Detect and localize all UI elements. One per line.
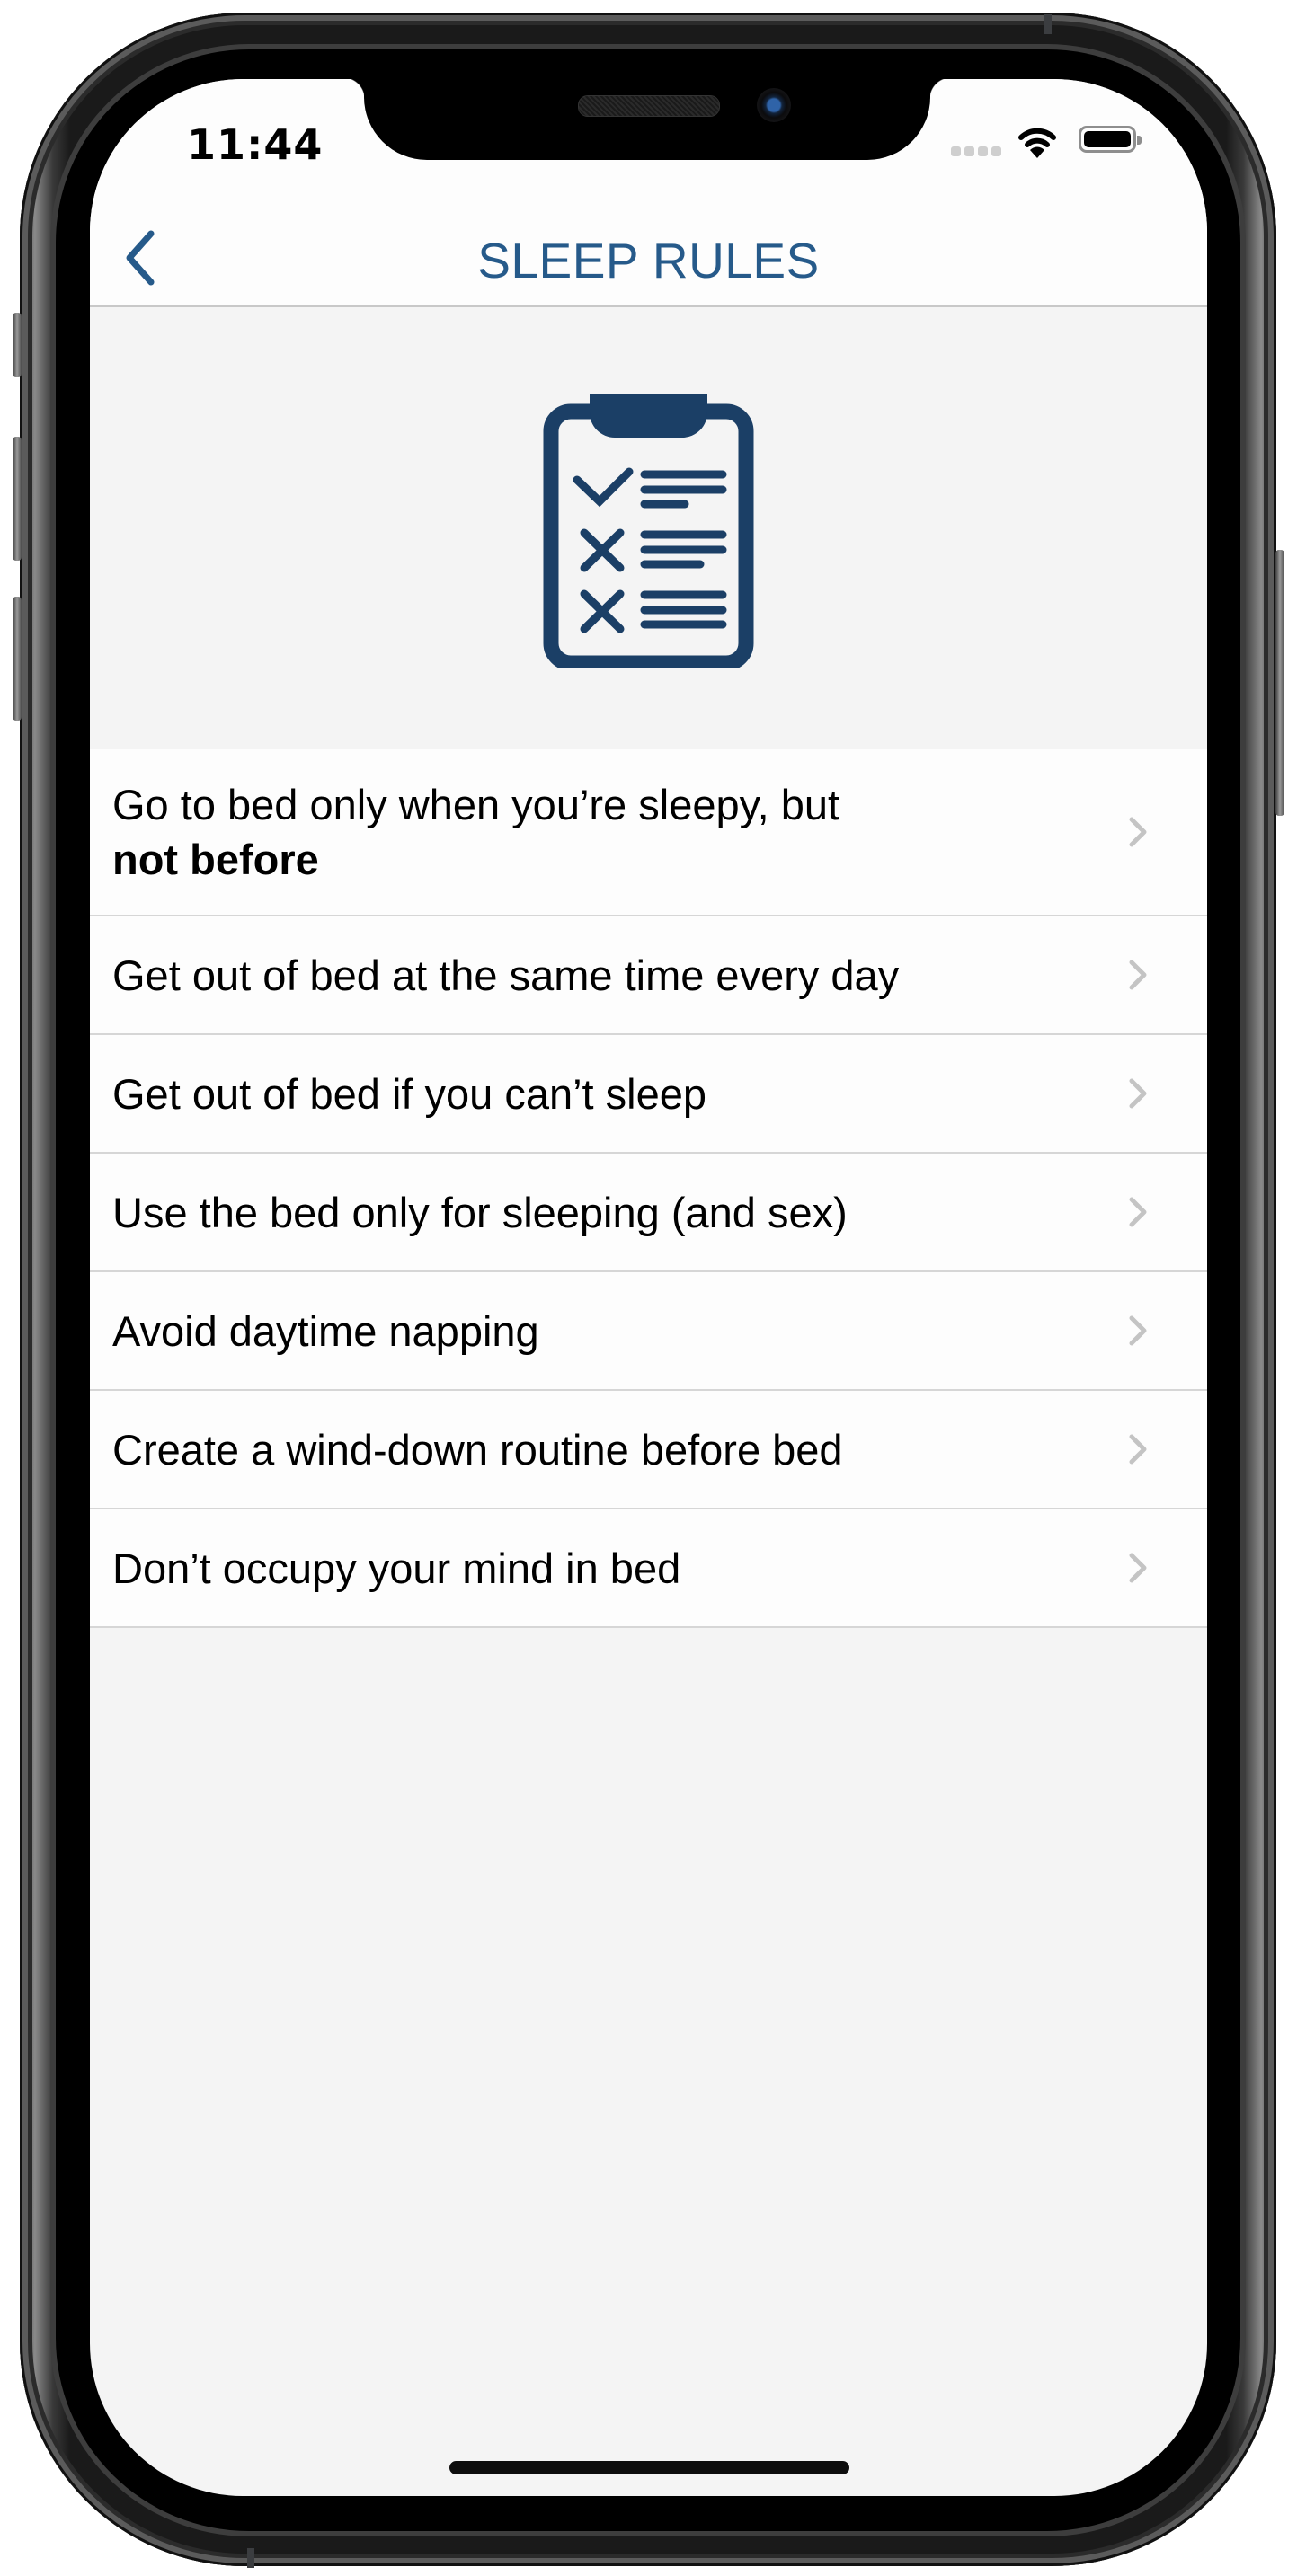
antenna-band (247, 2548, 254, 2568)
list-item[interactable]: Create a wind-down routine before bed (90, 1391, 1207, 1509)
list-item-label: Use the bed only for sleeping (and sex) (112, 1188, 848, 1236)
volume-up-button (13, 437, 22, 561)
mute-switch (13, 313, 22, 377)
chevron-right-icon (1129, 1078, 1147, 1109)
volume-down-button (13, 597, 22, 721)
list-item-label: Go to bed only when you’re sleepy, but (112, 781, 840, 828)
power-button (1275, 550, 1284, 816)
list-item[interactable]: Avoid daytime napping (90, 1272, 1207, 1391)
signal-dots-icon (951, 146, 1001, 156)
chevron-right-icon (1129, 1434, 1147, 1465)
front-camera (757, 88, 791, 122)
list-item-label: Create a wind-down routine before bed (112, 1425, 843, 1474)
home-indicator[interactable] (449, 2461, 849, 2474)
page-title: SLEEP RULES (477, 233, 820, 288)
chevron-right-icon (1129, 1315, 1147, 1346)
list-item-label-bold: not before (112, 836, 319, 883)
navigation-bar: SLEEP RULES (90, 178, 1207, 307)
chevron-right-icon (1129, 1553, 1147, 1583)
antenna-band (1044, 14, 1052, 34)
clipboard-checklist-icon (543, 394, 754, 668)
list-item[interactable]: Don’t occupy your mind in bed (90, 1509, 1207, 1628)
list-item[interactable]: Use the bed only for sleeping (and sex) (90, 1154, 1207, 1272)
list-item-label: Don’t occupy your mind in bed (112, 1544, 681, 1592)
chevron-right-icon (1129, 960, 1147, 990)
list-item-label: Avoid daytime napping (112, 1306, 539, 1355)
list-item[interactable]: Go to bed only when you’re sleepy, but n… (90, 749, 1207, 916)
chevron-right-icon (1129, 817, 1147, 847)
status-time: 11:44 (187, 120, 324, 169)
sleep-rules-list: Go to bed only when you’re sleepy, but n… (90, 749, 1207, 1628)
chevron-right-icon (1129, 1197, 1147, 1227)
notch (343, 79, 951, 160)
list-item[interactable]: Get out of bed if you can’t sleep (90, 1035, 1207, 1154)
battery-full-icon (1079, 126, 1142, 153)
speaker-grille (578, 95, 720, 117)
list-item-label: Get out of bed if you can’t sleep (112, 1069, 707, 1118)
list-item[interactable]: Get out of bed at the same time every da… (90, 916, 1207, 1035)
screen: 11:44 SLEEP RULES Go to bed only when yo… (90, 79, 1207, 2496)
list-item-label: Get out of bed at the same time every da… (112, 951, 900, 999)
header-illustration (90, 307, 1207, 749)
wifi-icon (1018, 128, 1056, 158)
